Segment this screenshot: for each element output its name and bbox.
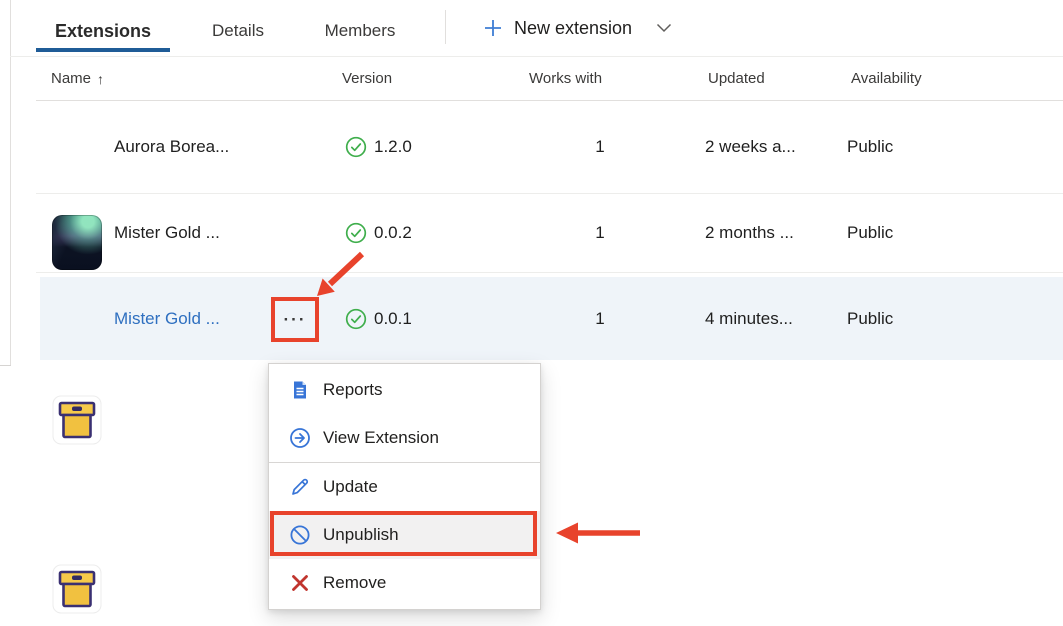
table-row-mister-gold-2[interactable]: Mister Gold ... 0.0.2 1 2 months ... Pub… <box>0 193 1063 272</box>
tab-extensions-label: Extensions <box>55 21 151 42</box>
column-header-availability[interactable]: Availability <box>851 57 922 100</box>
menu-item-unpublish[interactable]: Unpublish <box>269 511 540 559</box>
updated-value: 4 minutes... <box>705 309 793 329</box>
publisher-management-page: Extensions Details Members New extension… <box>0 0 1063 626</box>
column-name-label: Name <box>51 70 91 87</box>
table-row-aurora-borealis[interactable]: Aurora Borea... 1.2.0 1 2 weeks a... Pub… <box>0 100 1063 193</box>
column-header-works-with[interactable]: Works with <box>529 57 602 100</box>
availability-value: Public <box>847 223 893 243</box>
row-divider <box>36 272 1063 273</box>
updated-value: 2 months ... <box>705 223 794 243</box>
tab-details[interactable]: Details <box>192 10 284 52</box>
menu-item-label: Remove <box>323 573 386 593</box>
availability-value: Public <box>847 309 893 329</box>
extension-name-link[interactable]: Mister Gold ... <box>114 309 220 329</box>
active-tab-underline <box>36 48 170 52</box>
availability-value: Public <box>847 137 893 157</box>
version-value: 1.2.0 <box>374 137 412 157</box>
remove-x-icon <box>289 572 311 594</box>
column-header-updated[interactable]: Updated <box>708 57 765 100</box>
block-icon <box>289 524 311 546</box>
column-header-version[interactable]: Version <box>342 57 392 100</box>
menu-item-label: Update <box>323 477 378 497</box>
new-extension-label: New extension <box>514 18 632 39</box>
works-with-value: 1 <box>595 137 604 157</box>
column-header-name[interactable]: Name ↑ <box>51 57 104 100</box>
menu-item-view-extension[interactable]: View Extension <box>269 414 540 462</box>
menu-item-label: Reports <box>323 380 383 400</box>
menu-item-label: View Extension <box>323 428 439 448</box>
works-with-value: 1 <box>595 309 604 329</box>
verified-check-icon <box>345 308 367 330</box>
annotation-arrow-to-unpublish <box>556 523 640 544</box>
plus-icon <box>482 17 504 39</box>
tab-bar: Extensions Details Members New extension <box>10 0 1063 57</box>
updated-value: 2 weeks a... <box>705 137 796 157</box>
tab-members-label: Members <box>325 21 396 41</box>
column-availability-label: Availability <box>851 70 922 87</box>
toolbar-divider <box>445 10 446 44</box>
tab-extensions[interactable]: Extensions <box>36 10 170 52</box>
extension-name[interactable]: Mister Gold ... <box>114 223 220 243</box>
extension-name[interactable]: Aurora Borea... <box>114 137 229 157</box>
menu-item-update[interactable]: Update <box>269 463 540 511</box>
works-with-value: 1 <box>595 223 604 243</box>
column-version-label: Version <box>342 70 392 87</box>
view-extension-icon <box>289 427 311 449</box>
menu-item-remove[interactable]: Remove <box>269 559 540 607</box>
chevron-down-icon <box>656 23 672 33</box>
table-row-mister-gold-1[interactable]: Mister Gold ... 0.0.1 1 4 minutes... Pub… <box>0 277 1063 360</box>
panel-bottom-notch <box>0 365 11 366</box>
pencil-icon <box>289 476 311 498</box>
tab-members[interactable]: Members <box>302 10 418 52</box>
sort-ascending-icon: ↑ <box>97 71 104 87</box>
column-updated-label: Updated <box>708 70 765 87</box>
row-context-menu: Reports View Extension Update <box>268 363 541 610</box>
menu-item-reports[interactable]: Reports <box>269 366 540 414</box>
new-extension-button[interactable]: New extension <box>482 10 672 46</box>
version-value: 0.0.2 <box>374 223 412 243</box>
row-actions-ellipsis-button[interactable]: ··· <box>273 300 317 340</box>
gold-box-extension-thumbnail <box>51 563 103 620</box>
menu-item-label: Unpublish <box>323 525 399 545</box>
table-header: Name ↑ Version Works with Updated Availa… <box>0 57 1063 100</box>
verified-check-icon <box>345 222 367 244</box>
version-value: 0.0.1 <box>374 309 412 329</box>
gold-box-extension-thumbnail <box>51 394 103 451</box>
tab-details-label: Details <box>212 21 264 41</box>
verified-check-icon <box>345 136 367 158</box>
column-works-with-label: Works with <box>529 70 602 87</box>
report-icon <box>289 379 311 401</box>
